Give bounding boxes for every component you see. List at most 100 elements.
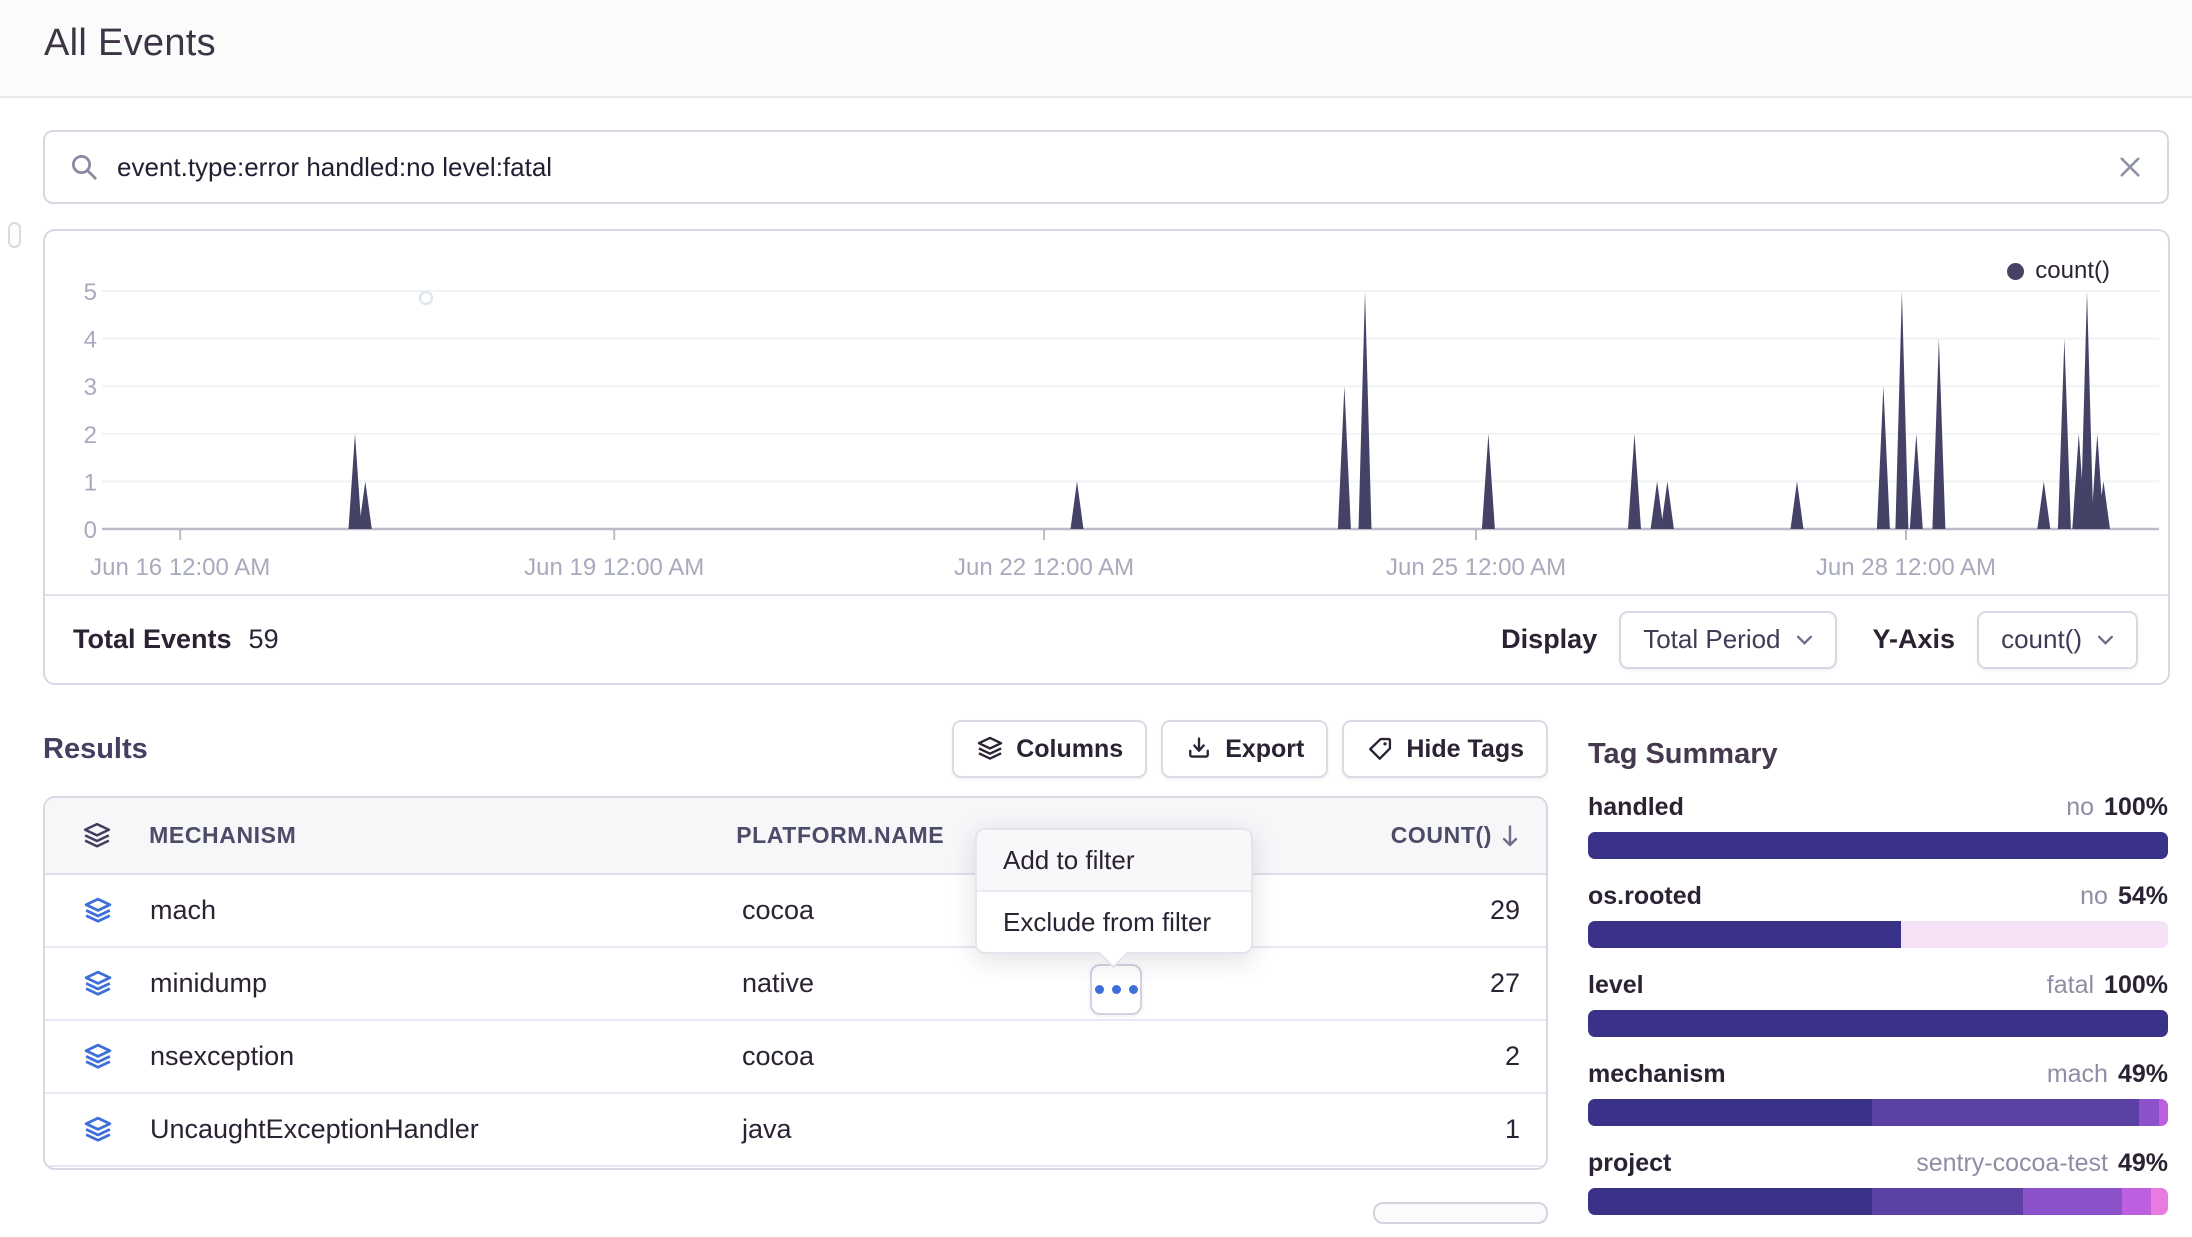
chart-legend[interactable]: count() [2007, 257, 2110, 285]
layers-icon [976, 735, 1004, 763]
tag-percent: 100% [2104, 971, 2168, 999]
layers-icon [83, 969, 113, 999]
tag-bar-segment [1588, 832, 2168, 859]
yaxis-dropdown[interactable]: count() [1977, 611, 2138, 669]
table-row[interactable]: mach cocoa 29 [45, 875, 1546, 948]
columns-button[interactable]: Columns [952, 720, 1147, 778]
tag-group-level: level fatal100% [1588, 970, 2168, 1037]
y-axis-tick-label: 1 [84, 469, 97, 496]
x-axis-tick-label: Jun 22 12:00 AM [954, 554, 1134, 581]
cell-count[interactable]: 29 [1402, 895, 1546, 926]
export-button-label: Export [1225, 735, 1304, 764]
tag-bar-segment [1588, 921, 1901, 948]
columns-button-label: Columns [1016, 735, 1123, 764]
tag-bar-segment [1872, 1188, 2023, 1215]
chart-spike [1791, 481, 1804, 529]
sort-desc-icon [1500, 824, 1520, 848]
clear-search-icon[interactable] [2117, 154, 2143, 180]
results-table: MECHANISM PLATFORM.NAME COUNT() mach coc… [43, 796, 1548, 1170]
tag-top-value: fatal [2047, 971, 2094, 999]
cell-actions-button[interactable] [1090, 964, 1142, 1015]
cell-count[interactable]: 27 [1402, 968, 1546, 999]
cell-platform[interactable]: native [742, 968, 1402, 999]
tag-percent: 54% [2118, 882, 2168, 910]
cell-count[interactable]: 1 [1402, 1114, 1546, 1145]
export-button[interactable]: Export [1161, 720, 1328, 778]
y-axis-tick-label: 0 [84, 517, 97, 544]
cell-mechanism[interactable]: mach [150, 895, 742, 926]
chart-spike [359, 481, 372, 529]
layers-icon [83, 1042, 113, 1072]
table-row[interactable]: minidump native 27 [45, 948, 1546, 1021]
cell-platform[interactable]: java [742, 1114, 1402, 1145]
tag-summary-heading: Tag Summary [1588, 738, 2168, 772]
chevron-down-icon [1796, 635, 1813, 645]
table-header-row: MECHANISM PLATFORM.NAME COUNT() [45, 798, 1546, 875]
y-axis-tick-label: 5 [84, 279, 97, 306]
layers-icon [83, 1115, 113, 1145]
display-label: Display [1501, 624, 1597, 655]
tag-top-value: sentry-cocoa-test [1916, 1149, 2108, 1177]
hide-tags-button[interactable]: Hide Tags [1342, 720, 1548, 778]
tag-bar-segment [2151, 1188, 2168, 1215]
search-input[interactable] [115, 151, 2117, 184]
ellipsis-icon [1095, 985, 1104, 994]
results-heading: Results [43, 733, 148, 766]
tag-distribution-bar[interactable] [1588, 921, 2168, 948]
tag-distribution-bar[interactable] [1588, 1010, 2168, 1037]
column-header-mechanism[interactable]: MECHANISM [149, 822, 736, 849]
events-chart-card: 012345Jun 16 12:00 AMJun 19 12:00 AMJun … [43, 229, 2170, 685]
layers-icon [83, 896, 113, 926]
tag-group-handled: handled no100% [1588, 792, 2168, 859]
tag-summary-panel: Tag Summary handled no100% os.rooted no5… [1588, 738, 2168, 1237]
tag-distribution-bar[interactable] [1588, 1099, 2168, 1126]
layers-icon[interactable] [82, 821, 112, 851]
stray-point-artifact [420, 292, 432, 304]
tag-top-value: no [2080, 882, 2108, 910]
tag-group-os-rooted: os.rooted no54% [1588, 881, 2168, 948]
x-axis-tick-label: Jun 19 12:00 AM [524, 554, 704, 581]
cell-context-menu: Add to filter Exclude from filter [975, 828, 1253, 954]
pagination-button[interactable] [1373, 1202, 1548, 1224]
chart-spike [1661, 481, 1674, 529]
results-header-row: Results Columns Export Hide Tags [43, 712, 1548, 786]
page-title: All Events [44, 22, 216, 65]
ellipsis-icon [1112, 985, 1121, 994]
tag-percent: 100% [2104, 793, 2168, 821]
table-row[interactable]: UncaughtExceptionHandler java 1 [45, 1094, 1546, 1167]
cell-count[interactable]: 2 [1402, 1041, 1546, 1072]
tag-bar-segment [1588, 1099, 1872, 1126]
tag-group-project: project sentry-cocoa-test49% [1588, 1148, 2168, 1215]
yaxis-label: Y-Axis [1873, 624, 1956, 655]
legend-label: count() [2035, 257, 2110, 285]
tag-bar-segment [1588, 1188, 1872, 1215]
column-header-count[interactable]: COUNT() [1391, 822, 1546, 849]
cell-platform[interactable]: cocoa [742, 1041, 1402, 1072]
tag-bar-segment [2122, 1188, 2151, 1215]
tag-bar-segment [2159, 1099, 2168, 1126]
tag-distribution-bar[interactable] [1588, 832, 2168, 859]
legend-dot-icon [2007, 263, 2024, 280]
x-axis-tick-label: Jun 25 12:00 AM [1386, 554, 1566, 581]
x-axis-tick-label: Jun 16 12:00 AM [90, 554, 270, 581]
events-chart[interactable]: 012345Jun 16 12:00 AMJun 19 12:00 AMJun … [45, 231, 2168, 591]
tag-icon [1366, 735, 1394, 763]
tag-distribution-bar[interactable] [1588, 1188, 2168, 1215]
tag-name: project [1588, 1148, 1671, 1178]
x-axis-tick-label: Jun 28 12:00 AM [1816, 554, 1996, 581]
search-bar[interactable] [43, 130, 2169, 204]
display-dropdown-value: Total Period [1643, 624, 1780, 655]
table-row[interactable]: nsexception cocoa 2 [45, 1021, 1546, 1094]
menu-item-add-to-filter[interactable]: Add to filter [977, 830, 1251, 892]
chart-spike [1877, 386, 1890, 529]
download-icon [1185, 735, 1213, 763]
cell-mechanism[interactable]: minidump [150, 968, 742, 999]
drag-handle[interactable] [8, 222, 21, 248]
tag-bar-segment [1901, 921, 2168, 948]
cell-mechanism[interactable]: UncaughtExceptionHandler [150, 1114, 742, 1145]
tag-top-value: no [2066, 793, 2094, 821]
y-axis-tick-label: 3 [84, 374, 97, 401]
tag-group-mechanism: mechanism mach49% [1588, 1059, 2168, 1126]
cell-mechanism[interactable]: nsexception [150, 1041, 742, 1072]
display-dropdown[interactable]: Total Period [1619, 611, 1836, 669]
